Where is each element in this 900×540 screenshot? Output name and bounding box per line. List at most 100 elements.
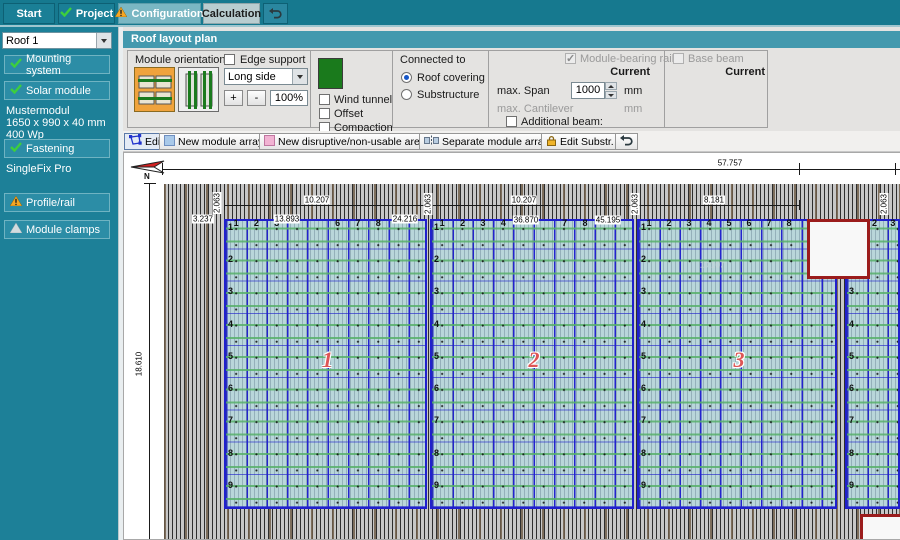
roof-covering-label: Roof covering <box>417 72 485 84</box>
dimension-label: 36.870 <box>513 216 539 225</box>
dimension-label: 3.237 <box>192 215 214 224</box>
row-number: 8 <box>434 448 439 458</box>
orientation-portrait-button[interactable] <box>178 67 219 112</box>
offset-label: Offset <box>334 108 363 120</box>
dimension-label: 8.181 <box>703 196 725 205</box>
dimension-line <box>224 200 225 210</box>
roof-covering-radio[interactable] <box>401 72 412 83</box>
dimension-label: 2.063 <box>424 193 433 215</box>
additional-beam-checkbox[interactable] <box>506 116 517 127</box>
dimension-line <box>224 205 427 206</box>
row-number: 5 <box>228 351 233 361</box>
array-number-label: 1 <box>322 347 333 373</box>
roof-canvas[interactable]: N 12367812345678911234781234567892123456… <box>123 152 900 540</box>
tab-start[interactable]: Start <box>3 3 55 24</box>
warning-icon <box>115 7 127 20</box>
orientation-landscape-button[interactable] <box>134 67 175 112</box>
new-disruptive-non-usable-area-button[interactable]: New disruptive/non-usable area <box>259 133 431 150</box>
sidebar-splitter[interactable] <box>118 27 123 540</box>
sidebar-item-module-clamps[interactable]: Module clamps <box>4 220 110 239</box>
max-span-label: max. Span <box>497 85 550 97</box>
row-number: 1 <box>228 222 233 232</box>
column-number: 6 <box>746 218 751 228</box>
substructure-radio[interactable] <box>401 89 412 100</box>
base-current-label: Current <box>691 66 765 78</box>
zoom-out-button[interactable]: - <box>247 90 266 106</box>
separate-module-array-button[interactable]: Separate module array <box>419 133 554 150</box>
additional-beam-label: Additional beam: <box>521 116 603 128</box>
base-beam-checkbox <box>673 53 684 64</box>
column-number: 7 <box>562 218 567 228</box>
tab-calculation[interactable]: Calculation <box>203 3 260 24</box>
edit-substr-button[interactable]: Edit Substr. <box>541 133 619 150</box>
row-number: 6 <box>228 383 233 393</box>
undo-icon <box>620 135 633 149</box>
max-cantilever-unit: mm <box>624 103 642 115</box>
sidebar-item-solar-module[interactable]: Solar module <box>4 81 110 100</box>
row-number: 5 <box>849 351 854 361</box>
column-number: 7 <box>355 218 360 228</box>
max-span-field[interactable]: 1000 <box>571 82 605 99</box>
config-groupbox: Module orientation Edge support <box>127 50 768 128</box>
array-number-label: 3 <box>734 347 745 373</box>
undo-small-button[interactable] <box>615 133 638 150</box>
non-usable-area[interactable] <box>807 219 870 279</box>
blue-square-icon <box>164 135 175 149</box>
row-number: 1 <box>641 222 646 232</box>
zoom-level-field[interactable]: 100% <box>270 90 308 106</box>
tab-label: Start <box>16 8 41 20</box>
dimension-line <box>799 163 800 175</box>
dimension-label: 24.216 <box>392 215 418 224</box>
sidebar-item-fastening[interactable]: Fastening <box>4 139 110 158</box>
non-usable-area[interactable] <box>860 514 900 540</box>
sidebar-item-label: Fastening <box>26 143 74 155</box>
dimension-label: 45.195 <box>595 216 621 225</box>
row-number: 8 <box>641 448 646 458</box>
wind-tunnel-checkbox[interactable] <box>319 94 330 105</box>
spinner-up-button[interactable] <box>605 82 617 90</box>
new-module-array-button[interactable]: New module array <box>159 133 268 150</box>
roof-select[interactable]: Roof 1 <box>2 32 112 49</box>
array-number-label: 2 <box>529 347 540 373</box>
chevron-down-icon[interactable] <box>96 33 111 48</box>
top-tab-bar: Start ProjectConfigurationCalculation <box>0 0 900 27</box>
zoom-in-button[interactable]: + <box>224 90 243 106</box>
column-number: 2 <box>460 218 465 228</box>
north-arrow-icon: N <box>130 159 166 178</box>
dimension-label: 2.063 <box>631 193 640 215</box>
row-number: 1 <box>434 222 439 232</box>
row-number: 5 <box>434 351 439 361</box>
module-array-1[interactable]: 1236781234567891 <box>224 219 427 509</box>
undo-button[interactable] <box>263 3 288 24</box>
max-span-unit: mm <box>624 85 642 97</box>
row-number: 3 <box>641 286 646 296</box>
column-number: 1 <box>646 218 651 228</box>
spinner-down-button[interactable] <box>605 91 617 99</box>
row-number: 3 <box>849 286 854 296</box>
connected-to-label: Connected to <box>400 54 465 66</box>
page-title: Roof layout plan <box>123 31 900 48</box>
module-color-swatch[interactable] <box>318 58 343 89</box>
column-number: 8 <box>376 218 381 228</box>
toolbar-button-label: Separate module array <box>442 136 549 148</box>
row-number: 2 <box>228 254 233 264</box>
dimension-line <box>430 205 634 206</box>
chevron-down-icon[interactable] <box>292 69 307 84</box>
sidebar-item-mounting-system[interactable]: Mounting system <box>4 55 110 74</box>
lock-icon <box>546 135 557 149</box>
tab-configuration[interactable]: Configuration <box>118 3 201 24</box>
row-number: 3 <box>228 286 233 296</box>
row-number: 5 <box>641 351 646 361</box>
edge-support-checkbox[interactable] <box>224 54 235 65</box>
column-number: 2 <box>666 218 671 228</box>
column-number: 5 <box>726 218 731 228</box>
landscape-modules-icon <box>138 71 172 109</box>
offset-checkbox[interactable] <box>319 108 330 119</box>
sidebar-item-profile-rail[interactable]: Profile/rail <box>4 193 110 212</box>
orientation-side-select[interactable]: Long side <box>224 68 308 85</box>
tab-project[interactable]: Project <box>58 3 115 24</box>
module-array-2[interactable]: 1234781234567892 <box>430 219 634 509</box>
column-number: 8 <box>582 218 587 228</box>
toolbar-button-label: New module array <box>178 136 263 148</box>
toolbar-button-label: New disruptive/non-usable area <box>278 136 426 148</box>
